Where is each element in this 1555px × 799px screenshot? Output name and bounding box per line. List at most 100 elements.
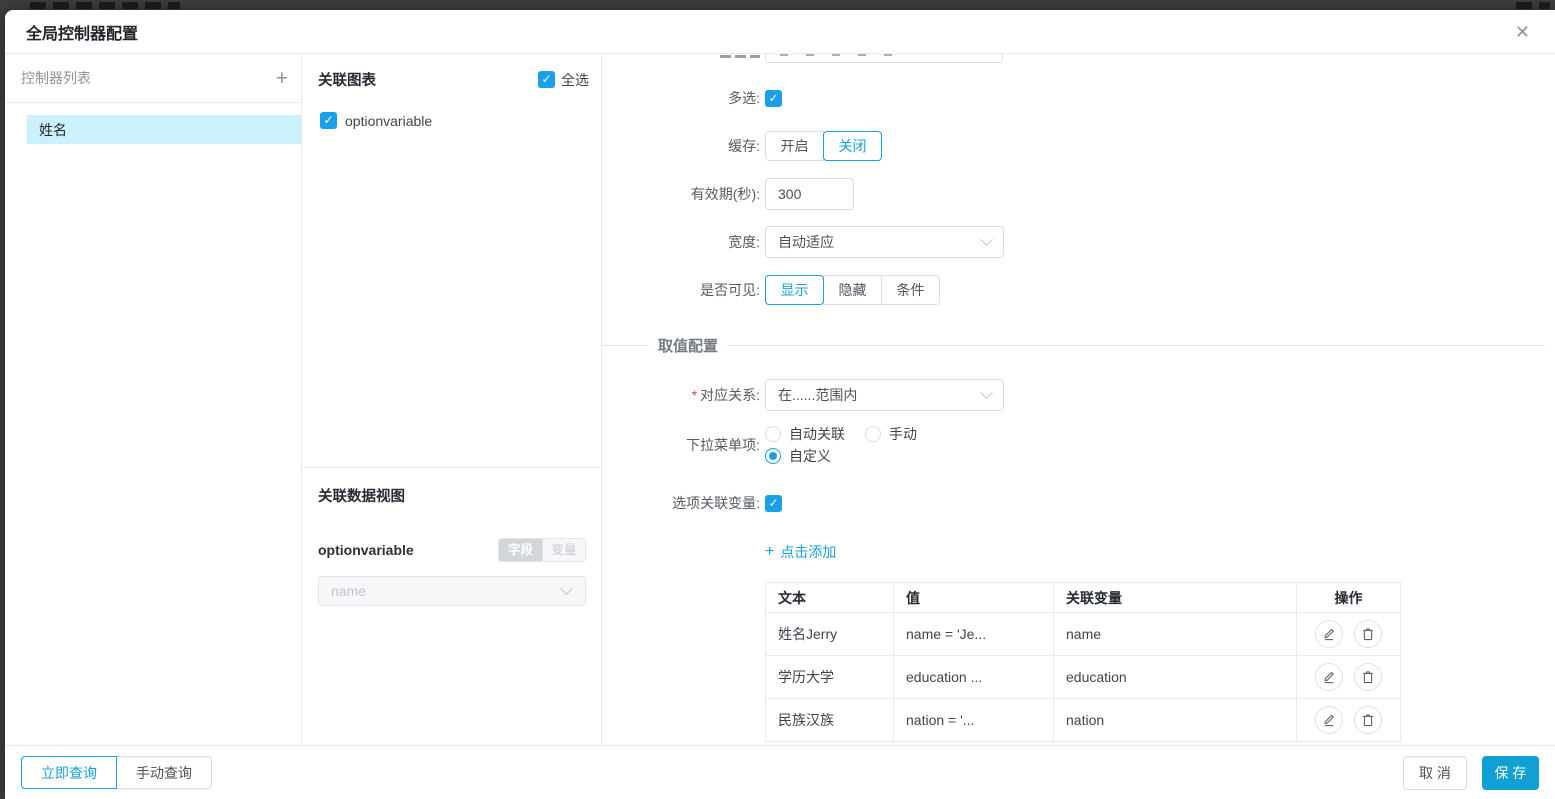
dataview-name: optionvariable [318,542,414,558]
edit-button[interactable] [1314,663,1343,691]
radio-icon[interactable] [865,426,881,442]
trash-icon [1363,671,1374,684]
table-header-row: 文本 值 关联变量 操作 [765,582,1401,613]
controller-list-item[interactable]: 姓名 [27,115,301,144]
cancel-button[interactable]: 取 消 [1403,755,1467,790]
option-variable-row: 选项关联变量: [602,494,1555,512]
delete-button[interactable] [1354,663,1383,691]
column-header-actions: 操作 [1296,582,1401,613]
relation-select[interactable]: 在......范围内 [765,379,1004,411]
radio-selected-icon[interactable] [765,448,781,464]
visibility-label: 是否可见: [700,282,760,298]
options-table: 文本 值 关联变量 操作 姓名Jerry name = 'Je... name [765,582,1401,742]
delete-button[interactable] [1354,706,1383,734]
divider-line [602,345,649,346]
option-variable-checkbox[interactable] [765,494,782,512]
table-row: 民族汉族 nation = '... nation [765,698,1401,742]
radio-manual[interactable]: 手动 [865,424,917,444]
chart-checkbox-icon[interactable] [320,112,337,129]
add-option-link-label: 点击添加 [780,543,837,560]
field-select-disabled[interactable]: name [318,576,586,606]
cell-actions [1296,612,1401,656]
global-controller-config-dialog: 全局控制器配置 ✕ 控制器列表 + 姓名 关联图表 全选 [5,10,1555,799]
trash-icon [1363,628,1374,641]
delete-button[interactable] [1354,620,1383,648]
chevron-down-icon [980,385,993,399]
cell-variable: name [1053,612,1297,656]
chart-checkbox-item[interactable]: optionvariable [320,112,589,129]
clipped-label-fragment [720,55,760,58]
chevron-down-icon [560,581,573,595]
visibility-hide-button[interactable]: 隐藏 [823,275,882,305]
visibility-condition-button[interactable]: 条件 [881,275,940,305]
visibility-show-button[interactable]: 显示 [765,275,824,305]
controller-list-title: 控制器列表 [21,70,91,86]
linked-dataview-title: 关联数据视图 [318,489,405,505]
required-asterisk: * [691,387,698,403]
add-option-link[interactable]: + 点击添加 [765,543,1555,560]
pencil-icon [1324,671,1334,684]
chart-item-label: optionvariable [345,112,433,129]
backdrop-page-fragment [30,2,180,9]
trash-icon [1363,714,1374,727]
cell-actions [1296,698,1401,742]
width-select[interactable]: 自动适应 [765,226,1004,258]
width-select-value: 自动适应 [778,234,834,250]
validity-input[interactable] [765,178,854,210]
toggle-variable-option[interactable]: 变量 [542,539,585,561]
controller-settings-form: 多选: 缓存: 开启 关闭 有效期(秒): 宽度: [602,54,1555,745]
select-all-label: 全选 [561,71,589,88]
chevron-down-icon [980,232,993,246]
column-header-variable: 关联变量 [1053,582,1297,613]
dialog-header: 全局控制器配置 ✕ [5,10,1555,54]
toggle-field-option[interactable]: 字段 [499,539,542,561]
validity-row: 有效期(秒): [602,178,1555,210]
multi-select-checkbox[interactable] [765,89,782,107]
cell-text: 学历大学 [765,655,894,699]
query-manual-button[interactable]: 手动查询 [116,756,212,789]
select-all-checkbox-icon[interactable] [538,71,555,88]
width-label: 宽度: [728,234,760,250]
radio-custom[interactable]: 自定义 [765,446,831,466]
cache-on-button[interactable]: 开启 [765,131,824,161]
multi-select-label: 多选: [728,90,760,106]
linked-dataview-section: 关联数据视图 optionvariable 字段 变量 name [302,468,601,606]
relation-row: * 对应关系: 在......范围内 [602,379,1555,411]
linked-charts-panel: 关联图表 全选 optionvariable 关联数据视图 optionvari… [302,54,602,745]
select-all-control[interactable]: 全选 [538,70,589,90]
close-icon[interactable]: ✕ [1511,21,1534,43]
edit-button[interactable] [1314,620,1343,648]
option-variable-label: 选项关联变量: [672,495,760,511]
field-variable-toggle[interactable]: 字段 变量 [498,538,586,562]
width-row: 宽度: 自动适应 [602,226,1555,258]
save-button[interactable]: 保 存 [1482,755,1539,790]
column-header-text: 文本 [765,582,894,613]
edit-button[interactable] [1314,706,1343,734]
query-now-button[interactable]: 立即查询 [21,756,117,789]
dialog-body: 控制器列表 + 姓名 关联图表 全选 optionvariable [5,54,1555,745]
multi-select-row: 多选: [602,89,1555,107]
cache-off-button[interactable]: 关闭 [823,131,882,161]
cache-label: 缓存: [728,138,760,154]
plus-icon: + [765,542,775,560]
cell-value: nation = '... [893,698,1054,742]
cell-value: education ... [893,655,1054,699]
radio-icon[interactable] [765,426,781,442]
cache-row: 缓存: 开启 关闭 [602,131,1555,161]
dropdown-items-label: 下拉菜单项: [686,437,760,453]
add-controller-icon[interactable]: + [276,68,288,89]
pencil-icon [1324,714,1334,727]
radio-auto-link[interactable]: 自动关联 [765,424,845,444]
column-header-value: 值 [893,582,1054,613]
controller-list-panel: 控制器列表 + 姓名 [5,54,302,745]
radio-custom-label: 自定义 [789,448,831,464]
value-config-section-title: 取值配置 [658,338,719,355]
dialog-title: 全局控制器配置 [26,25,139,43]
dialog-footer: 立即查询 手动查询 取 消 保 存 [5,745,1555,799]
value-config-section-divider: 取值配置 [602,338,1555,355]
clipped-input-fragment [765,54,1003,63]
visibility-row: 是否可见: 显示 隐藏 条件 [602,274,1555,306]
options-table-wrap: 文本 值 关联变量 操作 姓名Jerry name = 'Je... name [765,582,1401,742]
backdrop-page-fragment [1516,2,1550,9]
relation-select-value: 在......范围内 [778,387,858,403]
